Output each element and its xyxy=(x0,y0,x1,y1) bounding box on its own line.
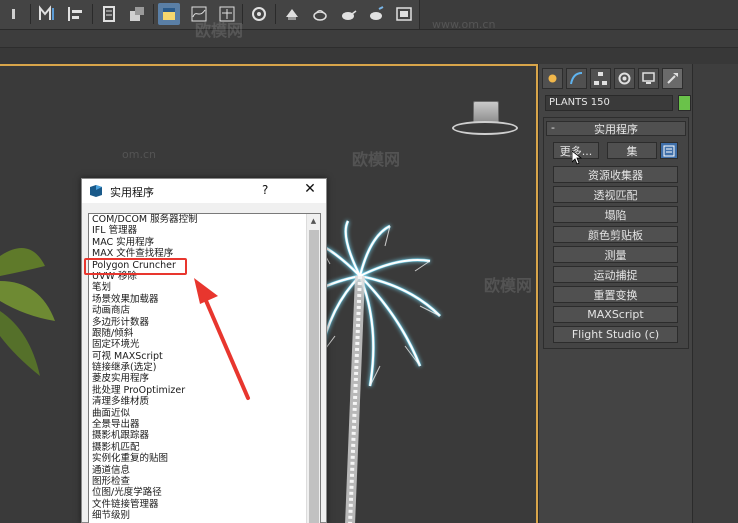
perspective-match-button[interactable]: 透视匹配 xyxy=(553,186,678,203)
utilities-tab-icon[interactable] xyxy=(662,68,683,89)
select-and-link-icon[interactable] xyxy=(8,3,30,25)
reset-xform-button[interactable]: 重置变换 xyxy=(553,286,678,303)
dialog-title: 实用程序 xyxy=(110,186,154,199)
command-panel-tabs xyxy=(542,68,690,90)
mouse-cursor-icon xyxy=(572,151,582,165)
list-item[interactable]: MAC 实用程序 xyxy=(89,237,320,248)
collapse-button[interactable]: 塌陷 xyxy=(553,206,678,223)
render-active-icon[interactable] xyxy=(393,3,415,25)
app-logo-icon xyxy=(90,185,102,197)
list-scrollbar[interactable]: ▲ xyxy=(306,214,320,523)
utilities-rollout: - 实用程序 更多... 集 资源收集器 透视匹配 塌陷 颜色剪贴板 测量 运动… xyxy=(543,117,689,349)
configure-sets-icon[interactable] xyxy=(660,142,678,159)
list-item[interactable]: 文件链接管理器 xyxy=(89,499,320,510)
color-clipboard-button[interactable]: 颜色剪贴板 xyxy=(553,226,678,243)
motion-tab-icon[interactable] xyxy=(614,68,635,89)
list-item[interactable]: 摄影机匹配 xyxy=(89,442,320,453)
list-item[interactable]: COM/DCOM 服务器控制 xyxy=(89,214,320,225)
teapot-render-icon[interactable] xyxy=(309,3,331,25)
sets-button[interactable]: 集 xyxy=(607,142,657,159)
list-item[interactable]: 位图/光度学路径 xyxy=(89,487,320,498)
utilities-rollout-header[interactable]: - 实用程序 xyxy=(546,121,686,136)
motion-capture-button[interactable]: 运动捕捉 xyxy=(553,266,678,283)
list-item[interactable]: 全景导出器 xyxy=(89,419,320,430)
create-tab-icon[interactable] xyxy=(542,68,563,89)
list-item[interactable]: 通道信息 xyxy=(89,465,320,476)
viewport-gap xyxy=(0,48,738,64)
mirror-icon[interactable] xyxy=(36,3,58,25)
plant-leaves xyxy=(0,248,55,376)
list-item[interactable]: 图形检查 xyxy=(89,476,320,487)
maxscript-button[interactable]: MAXScript xyxy=(553,306,678,323)
toolbar-divider xyxy=(92,4,93,24)
measure-button[interactable]: 测量 xyxy=(553,246,678,263)
display-tab-icon[interactable] xyxy=(638,68,659,89)
curve-editor-icon[interactable] xyxy=(158,3,180,25)
annotation-arrow xyxy=(194,278,250,400)
ribbon-strip xyxy=(0,30,738,48)
scene-explorer-icon[interactable] xyxy=(126,3,148,25)
flight-studio-button[interactable]: Flight Studio (c) xyxy=(553,326,678,343)
list-item[interactable]: 实例化重复的贴图 xyxy=(89,453,320,464)
layer-explorer-icon[interactable] xyxy=(98,3,120,25)
camera-ring xyxy=(452,121,518,135)
right-side-strip xyxy=(692,64,738,523)
help-button[interactable]: ? xyxy=(262,183,268,197)
object-name-field[interactable]: PLANTS 150 xyxy=(545,95,673,111)
hierarchy-tab-icon[interactable] xyxy=(590,68,611,89)
modify-tab-icon[interactable] xyxy=(566,68,587,89)
scroll-up-arrow-icon[interactable]: ▲ xyxy=(307,214,320,227)
watermark: om.cn xyxy=(122,148,156,161)
toolbar-divider xyxy=(30,4,31,24)
list-item[interactable]: 摄影机跟踪器 xyxy=(89,430,320,441)
object-color-swatch[interactable] xyxy=(678,95,691,111)
dialog-title-bar[interactable]: 实用程序 ? ✕ xyxy=(82,179,326,203)
scroll-thumb[interactable] xyxy=(309,230,319,523)
render-production-icon[interactable] xyxy=(337,3,359,25)
command-panel: PLANTS 150 - 实用程序 更多... 集 资源收集器 透视匹配 塌陷 … xyxy=(538,64,692,523)
list-item[interactable]: IFL 管理器 xyxy=(89,225,320,236)
rollout-title: 实用程序 xyxy=(594,122,638,136)
list-item[interactable]: 细节级别 xyxy=(89,510,320,521)
watermark: 欧模网 xyxy=(195,21,244,40)
render-frame-icon[interactable] xyxy=(281,3,303,25)
toolbar-divider xyxy=(275,4,276,24)
toolbar-divider xyxy=(153,4,154,24)
main-toolbar xyxy=(0,0,738,30)
close-icon[interactable]: ✕ xyxy=(300,181,320,199)
annotation-highlight-box xyxy=(84,258,187,275)
watermark: 欧模网 xyxy=(352,150,401,169)
camera-object xyxy=(473,101,499,123)
resource-collector-button[interactable]: 资源收集器 xyxy=(553,166,678,183)
render-setup-icon[interactable] xyxy=(248,3,270,25)
watermark: www.om.cn xyxy=(432,18,496,31)
align-icon[interactable] xyxy=(64,3,86,25)
collapse-toggle[interactable]: - xyxy=(551,121,555,134)
watermark: 欧模网 xyxy=(484,276,533,295)
render-iterative-icon[interactable] xyxy=(365,3,387,25)
